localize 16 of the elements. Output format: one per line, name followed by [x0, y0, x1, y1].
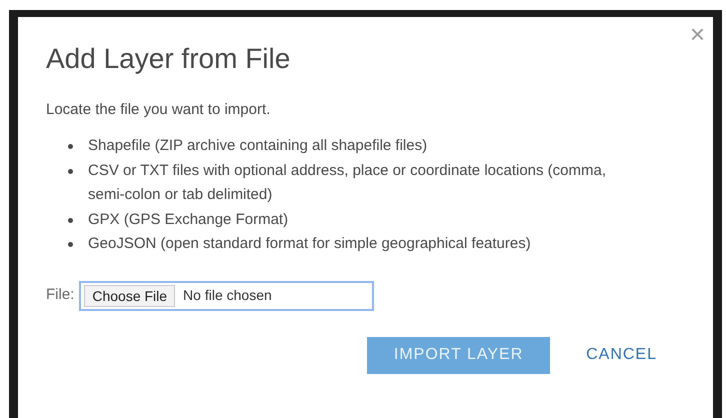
file-label: File:: [46, 285, 74, 306]
file-status: No file chosen: [183, 286, 272, 305]
dialog-title: Add Layer from File: [46, 42, 292, 76]
close-button[interactable]: ×: [690, 21, 705, 47]
intro-text: Locate the file you want to import.: [46, 100, 272, 120]
format-item: Shapefile (ZIP archive containing all shapefile files): [88, 136, 428, 156]
cancel-link[interactable]: CANCEL: [586, 336, 657, 374]
format-item: GeoJSON (open standard format for simple geographical features): [88, 234, 532, 254]
format-item: CSV or TXT files with optional address, place or coordinate locations (comma, semi-colon or tab delimited): [88, 160, 608, 205]
bullet-icon: [68, 168, 73, 174]
bullet-icon: [68, 218, 73, 222]
bullet-icon: [68, 144, 73, 149]
choose-file-button[interactable]: Choose File: [84, 284, 176, 306]
format-item: GPX (GPS Exchange Format): [88, 210, 290, 230]
bullet-icon: [68, 242, 73, 247]
file-input[interactable]: Choose File No file chosen: [79, 280, 374, 310]
